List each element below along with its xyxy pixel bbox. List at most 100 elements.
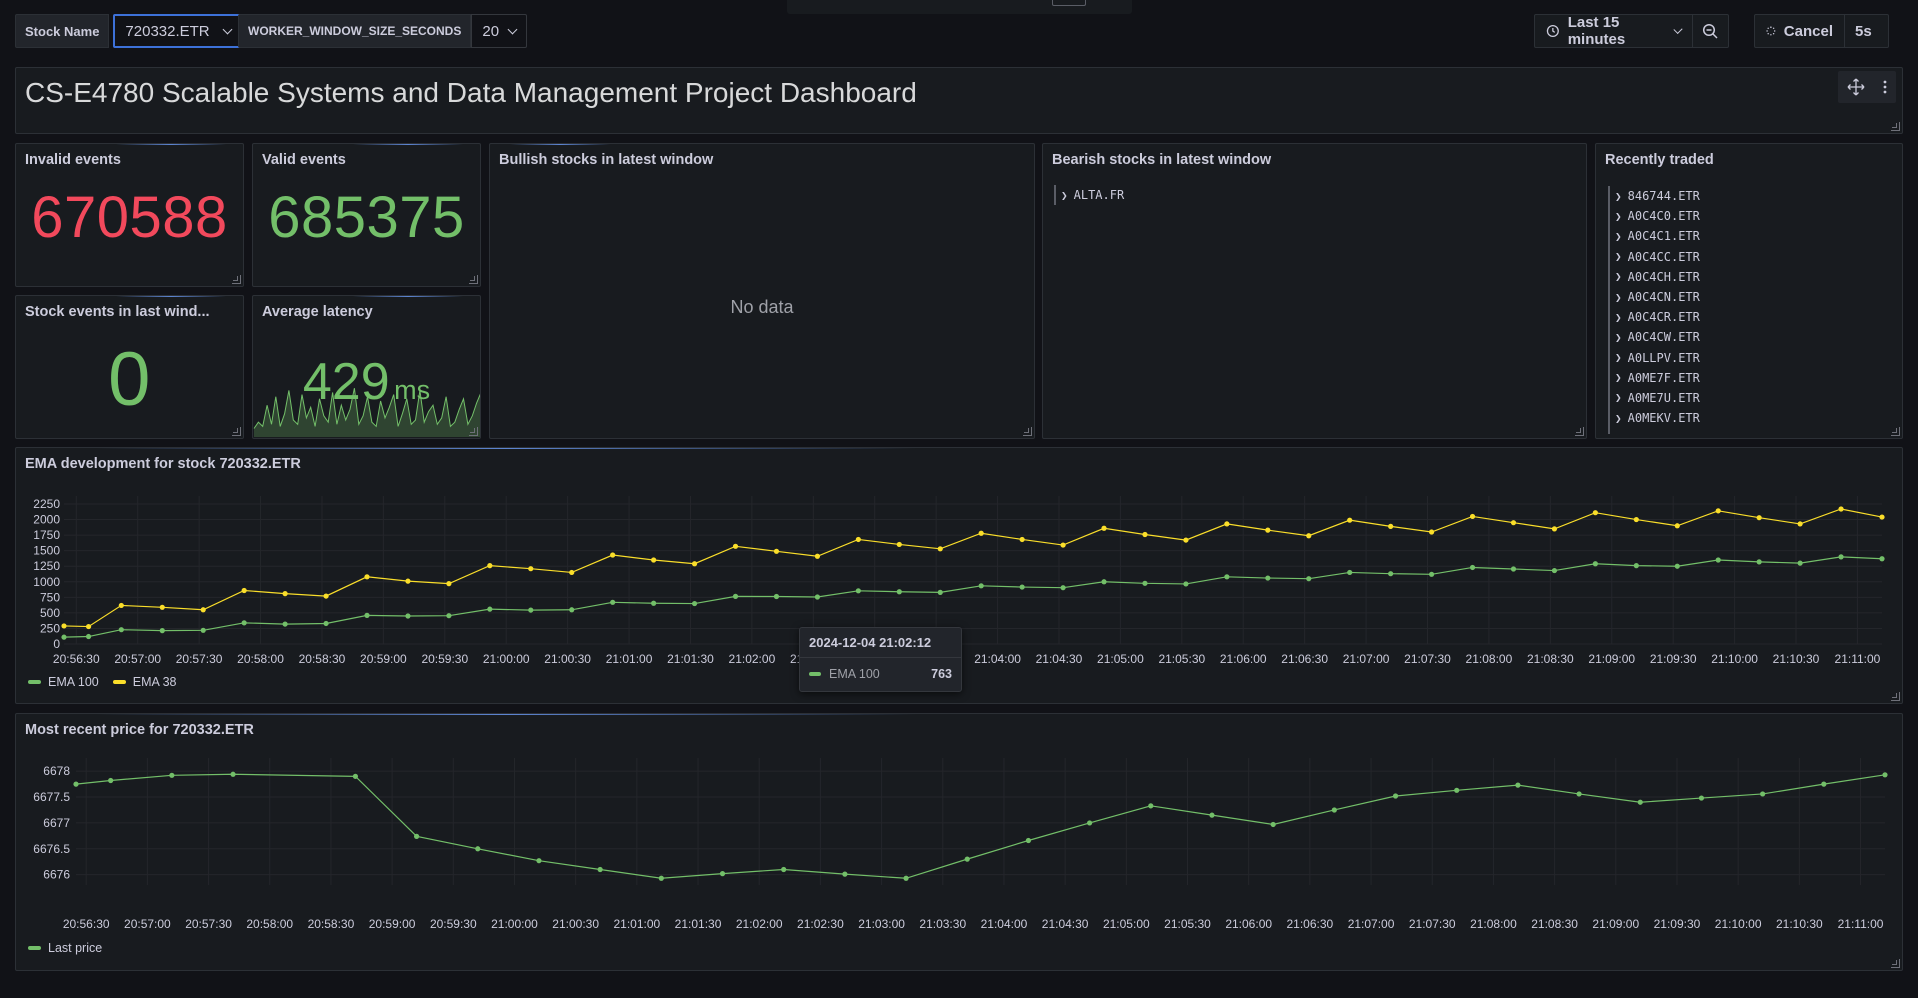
tooltip-time: 2024-12-04 21:02:12: [809, 635, 932, 650]
data-point: [1592, 561, 1598, 567]
data-point: [405, 613, 411, 619]
legend-swatch: [112, 680, 126, 684]
data-point: [1148, 803, 1154, 809]
x-tick-label: 21:06:00: [1220, 652, 1267, 666]
window-variable-select[interactable]: 20: [471, 14, 528, 48]
data-point: [1674, 563, 1680, 569]
data-point: [658, 875, 664, 881]
latency-unit: ms: [394, 375, 431, 405]
data-point: [842, 871, 848, 877]
zoom-out-icon: [1702, 23, 1718, 39]
data-point: [85, 623, 92, 630]
x-tick-label: 21:05:30: [1158, 652, 1205, 666]
data-point: [1698, 795, 1705, 801]
y-tick-label: 0: [53, 637, 60, 651]
data-point: [1392, 793, 1399, 799]
data-point: [241, 620, 247, 626]
tooltip-series: EMA 100: [829, 667, 880, 681]
data-point: [1715, 557, 1721, 563]
resize-handle[interactable]: [1575, 427, 1584, 436]
data-point: [85, 633, 92, 640]
list-item[interactable]: ❯ A0C4C0.ETR: [1608, 206, 1700, 227]
resize-handle[interactable]: [1023, 427, 1032, 436]
data-point: [937, 589, 943, 595]
list-item[interactable]: ❯ A0C4CW.ETR: [1608, 327, 1700, 348]
legend-label: EMA 38: [132, 675, 177, 689]
kiosk-toggle[interactable]: [1052, 0, 1086, 6]
zoom-out-button[interactable]: [1693, 14, 1729, 48]
list-item[interactable]: ❯…: [1608, 428, 1700, 434]
list-item[interactable]: ❯ ALTA.FR: [1054, 185, 1124, 206]
legend-item[interactable]: EMA 100: [28, 675, 99, 689]
data-point: [73, 781, 79, 787]
x-tick-label: 21:00:30: [544, 652, 591, 666]
data-point: [352, 773, 359, 779]
legend-swatch: [28, 680, 41, 684]
list-item[interactable]: ❯ A0ME7F.ETR: [1608, 367, 1700, 388]
time-range-picker[interactable]: Last 15 minutes: [1534, 14, 1693, 48]
recently-traded-list: ❯ 846744.ETR ❯ A0C4C0.ETR ❯ A0C4C1.ETR ❯ A0C…: [1608, 186, 1700, 434]
tooltip-value: 763: [931, 667, 952, 681]
data-point: [159, 628, 165, 634]
data-point: [964, 856, 970, 862]
move-icon[interactable]: [1847, 78, 1865, 96]
x-tick-label: 21:04:00: [974, 652, 1021, 666]
resize-handle[interactable]: [1891, 959, 1900, 968]
window-variable-label: WORKER_WINDOW_SIZE_SECONDS: [238, 14, 472, 48]
chevron-right-icon: ❯: [1615, 209, 1622, 223]
resize-handle[interactable]: [1891, 692, 1900, 701]
stock-variable-select[interactable]: 720332.ETR: [113, 14, 243, 48]
legend-item[interactable]: Last price: [28, 941, 102, 955]
data-point: [896, 541, 902, 548]
data-point: [405, 578, 411, 584]
data-point: [230, 771, 236, 777]
data-point: [200, 627, 206, 633]
list-item[interactable]: ❯ A0C4CH.ETR: [1608, 266, 1700, 287]
data-point: [1797, 521, 1803, 527]
list-item[interactable]: ❯ 846744.ETR: [1608, 186, 1700, 207]
list-item[interactable]: ❯ A0C4CR.ETR: [1608, 307, 1700, 328]
resize-handle[interactable]: [1891, 427, 1900, 436]
x-tick-label: 21:06:30: [1287, 917, 1334, 931]
data-point: [1224, 574, 1230, 580]
resize-handle[interactable]: [469, 275, 478, 284]
data-point: [1821, 781, 1827, 787]
list-item[interactable]: ❯ A0ME7U.ETR: [1608, 387, 1700, 409]
data-point: [1510, 520, 1517, 526]
resize-handle[interactable]: [469, 427, 478, 436]
list-item[interactable]: ❯ A0C4CN.ETR: [1608, 286, 1700, 308]
resize-handle[interactable]: [232, 275, 241, 284]
panel-title: Bullish stocks in latest window: [499, 152, 714, 168]
refresh-interval-picker[interactable]: 5s: [1845, 14, 1889, 48]
data-point: [1469, 564, 1476, 571]
data-point: [691, 600, 698, 607]
list-item[interactable]: ❯ A0MEKV.ETR: [1608, 408, 1700, 429]
data-point: [1756, 559, 1762, 565]
data-point: [200, 607, 206, 613]
list-item[interactable]: ❯ A0C4C1.ETR: [1608, 226, 1700, 247]
data-point: [1576, 791, 1582, 797]
x-tick-label: 20:57:00: [124, 917, 171, 931]
cancel-button[interactable]: Cancel: [1754, 14, 1845, 48]
latency-value: 429: [302, 353, 390, 411]
x-tick-label: 21:03:30: [919, 917, 966, 931]
data-point: [569, 607, 575, 613]
data-point: [814, 553, 821, 559]
resize-handle[interactable]: [232, 427, 241, 436]
list-item[interactable]: ❯ A0C4CC.ETR: [1608, 246, 1700, 267]
x-tick-label: 21:08:30: [1527, 652, 1574, 666]
panel-title: Invalid events: [25, 152, 121, 168]
x-tick-label: 21:10:00: [1715, 917, 1762, 931]
x-tick-label: 21:02:00: [729, 652, 776, 666]
series-line: [63, 508, 1883, 628]
list-item[interactable]: ❯ A0LLPV.ETR: [1608, 347, 1700, 368]
menu-icon[interactable]: [1882, 79, 1888, 95]
tooltip-divider: [800, 657, 961, 658]
legend-item[interactable]: EMA 38: [112, 675, 177, 689]
list-item-label: A0C4CR.ETR: [1627, 310, 1700, 325]
top-notch: [787, 0, 1132, 14]
data-point: [1060, 542, 1066, 548]
data-point: [1388, 571, 1394, 577]
data-point: [323, 593, 329, 599]
resize-handle[interactable]: [1891, 122, 1900, 131]
